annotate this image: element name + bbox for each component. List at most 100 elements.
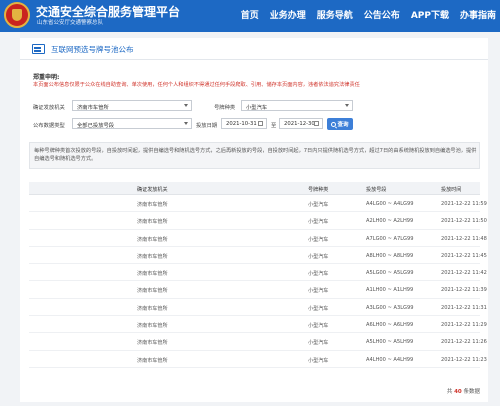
cell-time: 2021-12-22 11:59 [441,201,487,207]
nav-guide[interactable]: 办事指南 [460,8,496,21]
cell-time: 2021-12-22 11:48 [441,235,487,242]
cell-segment: A3LG00 ~ A3LG99 [366,304,414,311]
col-header-plate-type: 号牌种类 [308,187,329,193]
cell-time: 2021-12-22 11:31 [441,304,487,311]
table-row: 济南市车管所 小型汽车 A5LG00 ~ A5LG99 2021-12-22 11:4… [29,264,487,282]
notice-text: 本页面公布信息仅限于公众在线自助查询、单次使用，任何个人和组织不得通过任何手段爬… [33,82,360,88]
cell-segment: A8LH00 ~ A8LH99 [366,252,414,259]
nav-home[interactable]: 首页 [241,8,259,21]
cell-agency: 济南市车管所 [137,323,168,330]
result-count-number: 40 [454,389,462,395]
table-row: 济南市车管所 小型汽车 A4LH00 ~ A4LH99 2021-12-22 11:2… [29,351,487,368]
cell-agency: 济南市车管所 [137,357,168,364]
chevron-down-icon [345,104,349,107]
agency-select[interactable]: 济南市车管所 [72,100,192,111]
cell-plate-type: 小型汽车 [308,288,329,295]
plate-type-label: 号牌种类 [214,105,236,111]
col-header-segment: 投放号段 [366,187,387,193]
agency-select-value: 济南市车管所 [77,105,109,111]
agency-label: 确证发放机关 [33,105,65,111]
table-row: 济南市车管所 小型汽车 A2LH00 ~ A2LH99 2021-12-22 11:5… [29,212,487,230]
cell-plate-type: 小型汽车 [308,219,329,226]
plate-type-select[interactable]: 小型汽车 [241,100,353,111]
main-panel: 互联网预选号牌号池公布 郑重申明: 本页面公布信息仅限于公众在线自助查询、单次使… [20,38,488,402]
query-button-label: 查询 [337,122,349,128]
cell-plate-type: 小型汽车 [308,340,329,347]
table-row: 济南市车管所 小型汽车 A6LH00 ~ A6LH99 2021-12-22 11:2… [29,316,487,334]
query-button[interactable]: 查询 [327,118,353,130]
cell-segment: A4LH00 ~ A4LH99 [366,356,414,363]
cell-segment: A1LH00 ~ A1LH99 [366,287,414,294]
cell-agency: 济南市车管所 [137,305,168,312]
cell-segment: A2LH00 ~ A2LH99 [366,218,414,225]
cell-time: 2021-12-22 11:39 [441,287,487,294]
chevron-down-icon [184,104,188,107]
table-row: 济南市车管所 小型汽车 A8LH00 ~ A8LH99 2021-12-22 11:4… [29,247,487,265]
table-body: 济南市车管所 小型汽车 A4LG00 ~ A4LG99 2021-12-22 11:5… [29,195,487,368]
main-nav: 首页 业务办理 服务导航 公告公布 APP下载 办事指南 [241,8,496,21]
cell-time: 2021-12-22 11:42 [441,270,487,277]
cell-time: 2021-12-22 11:45 [441,252,487,259]
cell-agency: 济南市车管所 [137,288,168,295]
site-subtitle: 山东省公安厅交通警察总队 [37,20,104,26]
cell-time: 2021-12-22 11:50 [441,218,487,225]
info-text: 每种号牌种类首次投放的号段，自投放时间起，提供自编选号和随机选号方式，之后再新投… [34,148,477,162]
cell-segment: A5LG00 ~ A5LG99 [366,270,414,277]
table-row: 济南市车管所 小型汽车 A3LG00 ~ A3LG99 2021-12-22 11:3… [29,299,487,317]
info-box: 每种号牌种类首次投放的号段，自投放时间起，提供自编选号和随机选号方式，之后再新投… [29,142,480,169]
nav-service[interactable]: 服务导航 [317,8,353,21]
status-label: 公布数据类型 [33,123,65,129]
cell-agency: 济南市车管所 [137,253,168,260]
date-to-input[interactable]: 2021-12-30 [279,118,323,129]
nav-app-download[interactable]: APP下载 [411,8,449,21]
date-from-input[interactable]: 2021-10-31 [221,118,267,129]
cell-time: 2021-12-22 11:26 [441,339,487,346]
calendar-icon [258,121,263,126]
result-count-prefix: 共 [446,389,453,395]
plate-type-select-value: 小型汽车 [246,105,268,111]
status-select-value: 全部已投放号段 [77,123,115,129]
cell-plate-type: 小型汽车 [308,323,329,330]
cell-agency: 济南市车管所 [137,340,168,347]
cell-plate-type: 小型汽车 [308,271,329,278]
col-header-time: 投放时间 [441,187,462,193]
panel-title: 互联网预选号牌号池公布 [51,45,134,54]
cell-agency: 济南市车管所 [137,271,168,278]
calendar-icon [314,121,319,126]
police-emblem-icon [4,2,30,28]
nav-announcement[interactable]: 公告公布 [364,8,400,21]
cell-agency: 济南市车管所 [137,236,168,243]
cell-plate-type: 小型汽车 [308,202,329,208]
date-from-value: 2021-10-31 [226,121,257,127]
top-header: 交通安全综合服务管理平台 山东省公安厅交通警察总队 首页 业务办理 服务导航 公… [0,0,500,32]
cell-plate-type: 小型汽车 [308,305,329,312]
chevron-down-icon [184,122,188,125]
cell-time: 2021-12-22 11:29 [441,322,487,329]
table-row: 济南市车管所 小型汽车 A1LH00 ~ A1LH99 2021-12-22 11:3… [29,281,487,299]
result-count-suffix: 条数据 [463,389,480,395]
status-select[interactable]: 全部已投放号段 [72,118,192,129]
cell-segment: A4LG00 ~ A4LG99 [366,201,414,207]
results-table: 确证发放机关 号牌种类 投放号段 投放时间 济南市车管所 小型汽车 A4LG00 ~… [29,182,487,368]
table-row: 济南市车管所 小型汽车 A5LH00 ~ A5LH99 2021-12-22 11:2… [29,333,487,351]
table-row: 济南市车管所 小型汽车 A7LG00 ~ A7LG99 2021-12-22 11:4… [29,230,487,247]
nav-business[interactable]: 业务办理 [270,8,306,21]
panel-title-bar: 互联网预选号牌号池公布 [20,38,488,60]
date-label: 投放日期 [196,123,218,129]
date-separator: 至 [271,123,277,129]
cell-plate-type: 小型汽车 [308,253,329,260]
cell-agency: 济南市车管所 [137,202,168,208]
search-icon [331,121,337,127]
col-header-agency: 确证发放机关 [137,187,168,193]
cell-segment: A5LH00 ~ A5LH99 [366,339,414,346]
cell-time: 2021-12-22 11:23 [441,356,487,363]
cell-segment: A7LG00 ~ A7LG99 [366,235,414,242]
table-row: 济南市车管所 小型汽车 A4LG00 ~ A4LG99 2021-12-22 11:5… [29,195,487,213]
cell-agency: 济南市车管所 [137,219,168,226]
list-icon [32,44,45,54]
table-header: 确证发放机关 号牌种类 投放号段 投放时间 [29,182,480,195]
date-to-value: 2021-12-30 [284,121,315,127]
result-count: 共 40 条数据 [447,387,480,395]
cell-plate-type: 小型汽车 [308,357,329,364]
cell-segment: A6LH00 ~ A6LH99 [366,322,414,329]
